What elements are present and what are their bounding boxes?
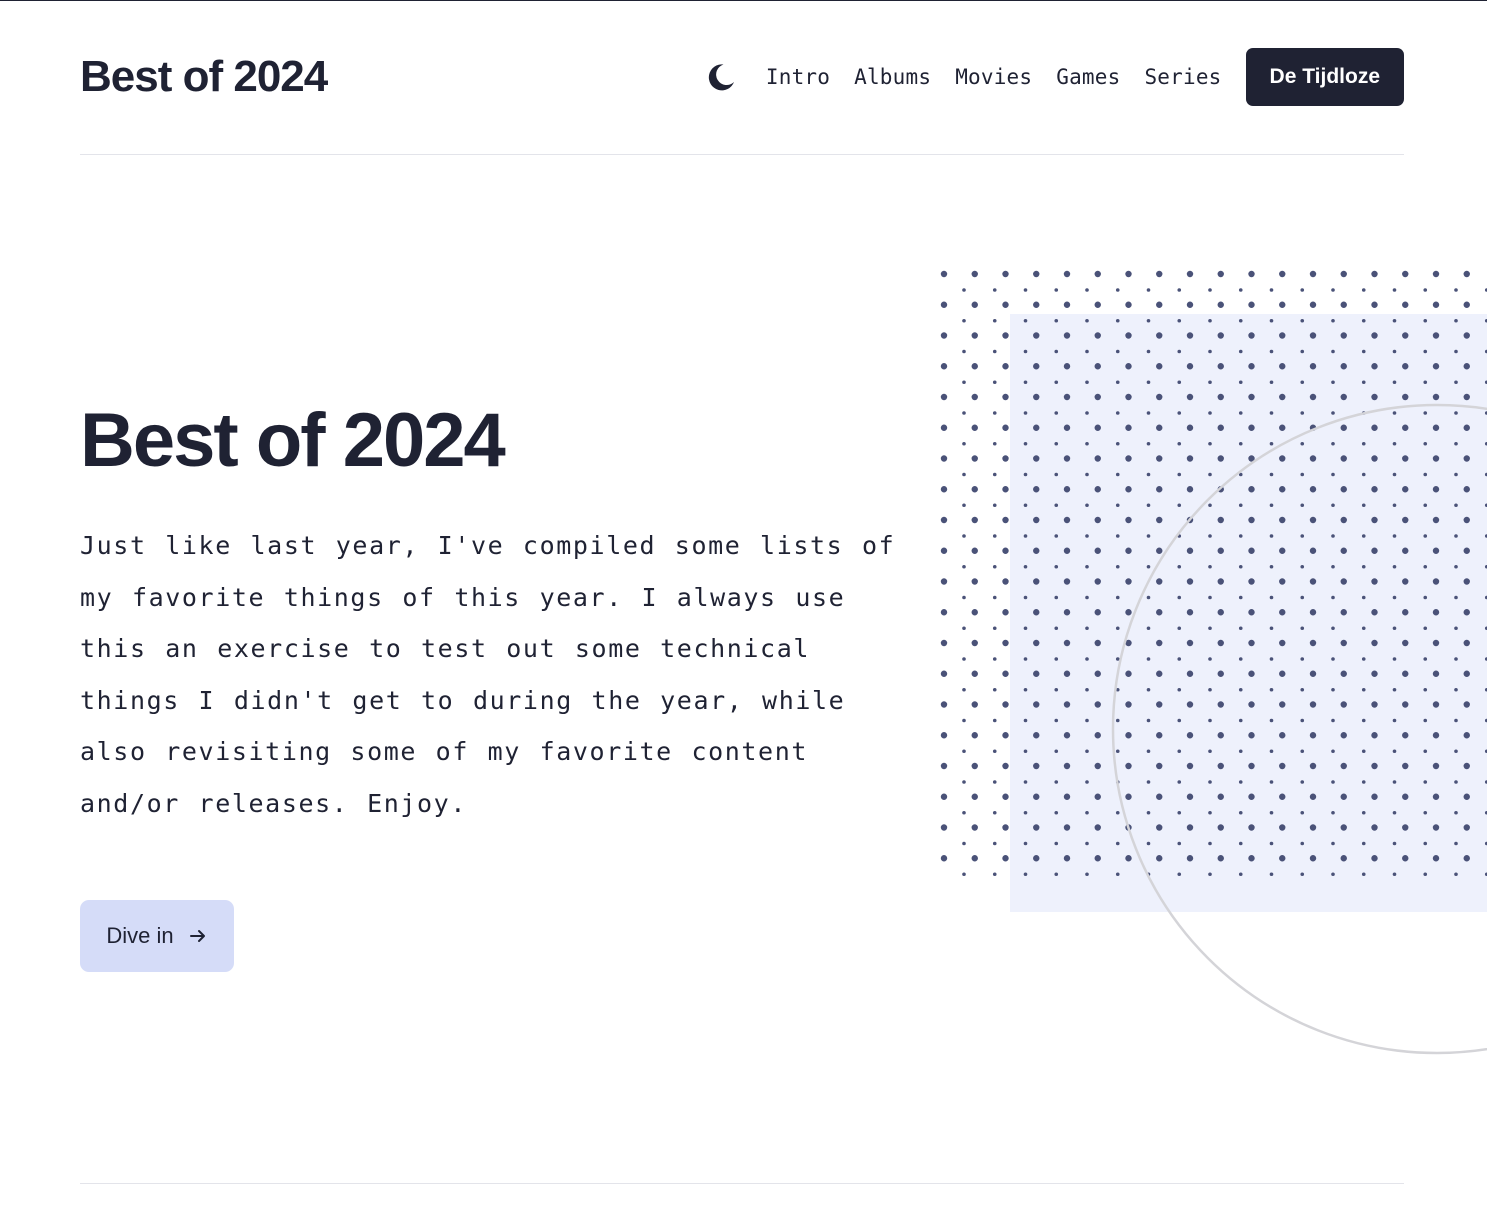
nav-link-albums[interactable]: Albums xyxy=(854,65,931,89)
site-title[interactable]: Best of 2024 xyxy=(80,49,328,105)
hero-intro-text: Just like last year, I've compiled some … xyxy=(80,531,896,818)
nav-link-intro[interactable]: Intro xyxy=(766,65,830,89)
theme-toggle-button[interactable] xyxy=(704,60,738,94)
main-nav: Intro Albums Movies Games Series De Tijd… xyxy=(704,48,1404,106)
hero-title: Best of 2024 xyxy=(80,398,506,483)
dot-pattern xyxy=(940,270,1487,877)
moon-icon xyxy=(708,64,734,91)
dive-in-button[interactable]: Dive in xyxy=(80,900,234,972)
site-header: Best of 2024 Intro Albums Movies Games S… xyxy=(80,1,1404,155)
section-divider xyxy=(80,1183,1404,1184)
nav-link-movies[interactable]: Movies xyxy=(955,65,1032,89)
arrow-right-icon xyxy=(188,926,208,946)
de-tijdloze-button[interactable]: De Tijdloze xyxy=(1245,48,1404,106)
nav-link-games[interactable]: Games xyxy=(1056,65,1120,89)
illustration-panel xyxy=(1010,314,1487,912)
illustration-circle xyxy=(1111,403,1487,1055)
nav-link-series[interactable]: Series xyxy=(1144,65,1221,89)
dive-in-label: Dive in xyxy=(106,923,174,948)
